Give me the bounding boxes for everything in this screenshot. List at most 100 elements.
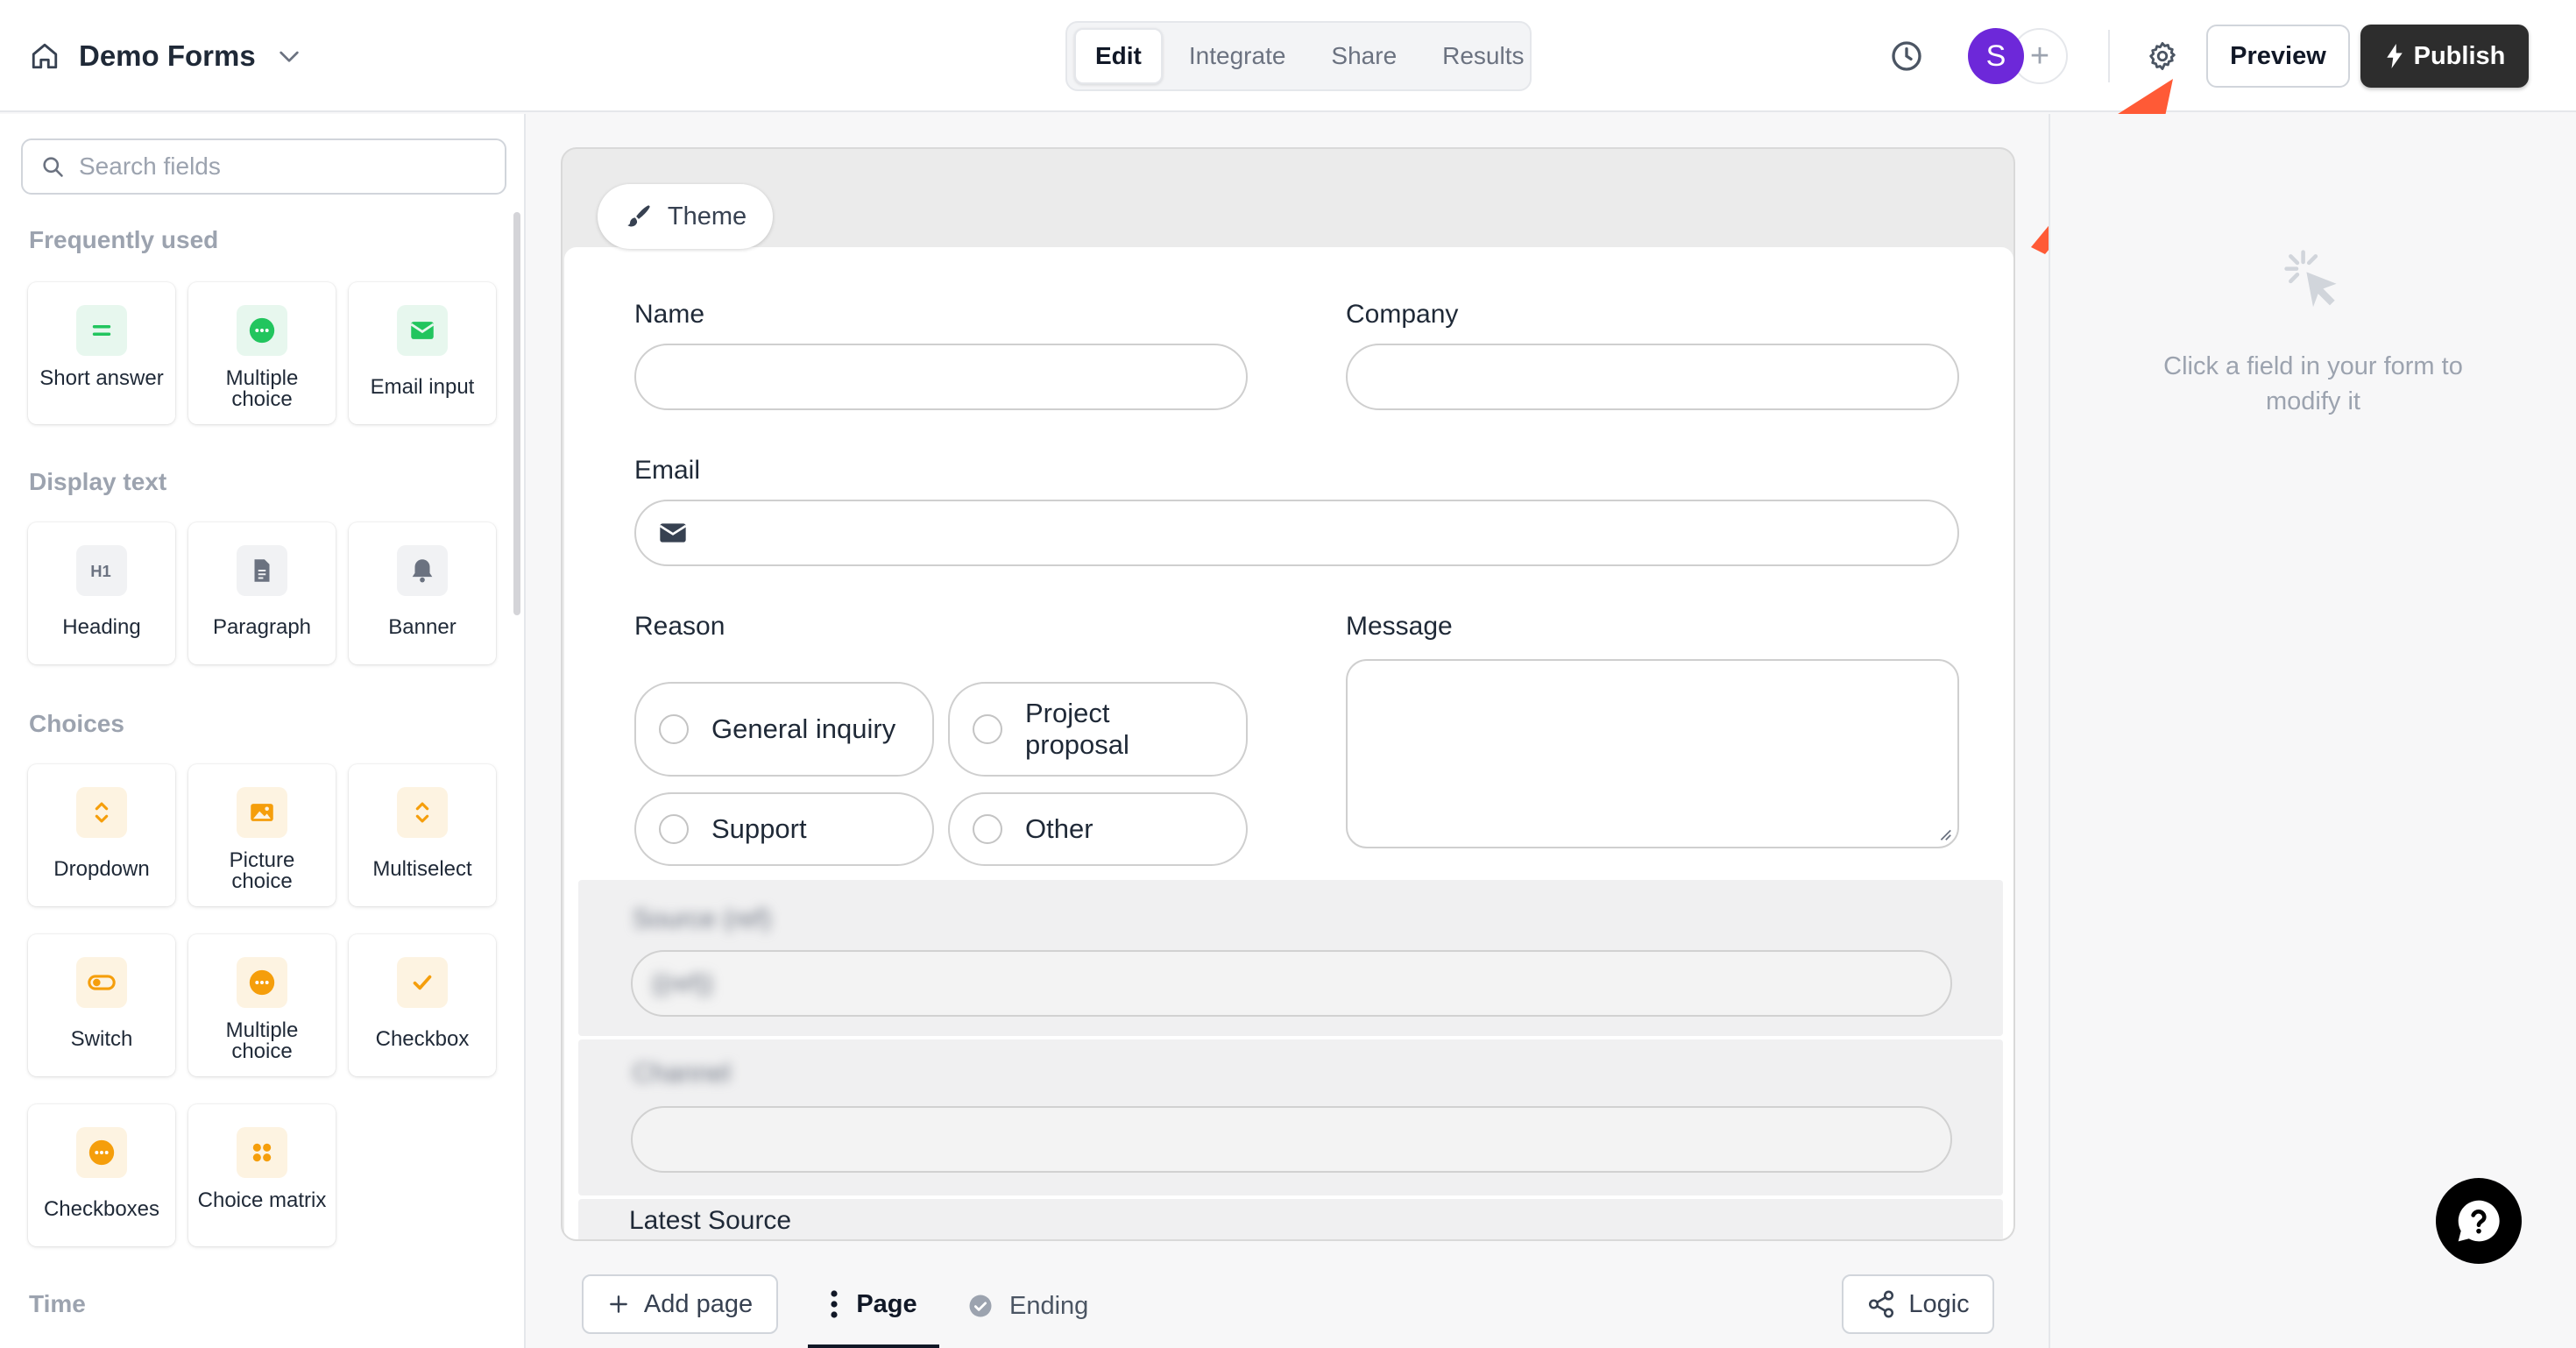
field-card-checkboxes[interactable]: Checkboxes <box>28 1104 175 1246</box>
email-input[interactable] <box>634 500 1959 566</box>
help-button[interactable] <box>2436 1178 2522 1264</box>
field-card-email-input[interactable]: Email input <box>349 282 496 424</box>
theme-button[interactable]: Theme <box>598 184 773 249</box>
section-title-time: Time <box>29 1290 86 1317</box>
name-input[interactable] <box>634 344 1248 410</box>
hidden-field-block[interactable] <box>578 1199 2003 1239</box>
chevron-updown-icon <box>76 787 127 838</box>
reason-option-label: General inquiry <box>711 713 896 744</box>
field-card-label: Banner <box>388 615 456 639</box>
section-title-display-text: Display text <box>29 468 167 495</box>
dots-circle-icon <box>237 957 287 1008</box>
field-card-label: Picture choice <box>229 848 295 893</box>
field-card-short-answer[interactable]: Short answer <box>28 282 175 424</box>
reason-option-label: Project proposal <box>1025 698 1129 760</box>
brush-icon <box>627 205 650 227</box>
field-card-paragraph[interactable]: Paragraph <box>188 522 336 664</box>
bell-icon <box>397 545 448 596</box>
equals-icon <box>76 305 127 356</box>
reason-option[interactable]: Project proposal <box>948 682 1248 777</box>
top-bar: Demo Forms Edit Integrate Share Results … <box>0 0 2576 112</box>
field-card-label: Checkboxes <box>43 1197 160 1221</box>
field-card-checkbox[interactable]: Checkbox <box>349 934 496 1076</box>
cursor-click-icon <box>2284 250 2337 308</box>
page-tab-label: Page <box>856 1290 917 1318</box>
tab-results[interactable]: Results <box>1423 28 1543 84</box>
hidden-field-label: Source (ref) <box>633 905 772 933</box>
chevron-updown-icon <box>397 787 448 838</box>
search-field[interactable] <box>21 138 506 195</box>
empty-state-hint: Click a field in your form to modify it <box>2163 352 2463 415</box>
tab-integrate[interactable]: Integrate <box>1170 28 1306 84</box>
reason-option[interactable]: General inquiry <box>634 682 934 777</box>
tab-share[interactable]: Share <box>1312 28 1416 84</box>
form-canvas: Name Company Email Reason Message Genera… <box>561 147 2015 1241</box>
field-card-label: Switch <box>70 1027 133 1051</box>
field-palette: Frequently used Short answer Multiple ch… <box>0 114 526 1348</box>
hidden-field-block[interactable]: Channel <box>578 1039 2003 1195</box>
grid-icon <box>237 1127 287 1178</box>
tab-edit[interactable]: Edit <box>1074 28 1163 84</box>
avatar[interactable]: S <box>1968 28 2024 84</box>
divider <box>2108 30 2110 82</box>
workspace-switcher[interactable]: Demo Forms <box>30 32 303 81</box>
field-card-switch[interactable]: Switch <box>28 934 175 1076</box>
hidden-field-input[interactable] <box>631 1106 1952 1173</box>
field-label-latest-source[interactable]: Latest Source <box>629 1206 791 1236</box>
reason-option[interactable]: Other <box>948 792 1248 866</box>
field-card-label: Multiselect <box>372 857 472 881</box>
field-card-multiple-choice[interactable]: Multiple choice <box>188 282 336 424</box>
field-card-heading[interactable]: H1 Heading <box>28 522 175 664</box>
reason-option-label: Support <box>711 813 807 844</box>
mode-tabs: Edit Integrate Share Results <box>1065 21 1532 91</box>
publish-label: Publish <box>2413 41 2506 70</box>
hidden-field-label: Channel <box>633 1059 731 1088</box>
field-card-choice-matrix[interactable]: Choice matrix <box>188 1104 336 1246</box>
search-icon <box>43 157 63 177</box>
field-card-multiselect[interactable]: Multiselect <box>349 764 496 906</box>
field-card-label: Email input <box>370 375 475 399</box>
vertical-dots-icon[interactable] <box>830 1290 839 1318</box>
home-icon[interactable] <box>30 41 60 71</box>
lightning-icon <box>2386 44 2403 68</box>
check-circle-icon <box>969 1295 992 1317</box>
publish-button[interactable]: Publish <box>2360 25 2529 88</box>
chevron-down-icon[interactable] <box>275 42 303 70</box>
properties-panel: Click a field in your form to modify it <box>2049 114 2576 1348</box>
field-card-label: Short answer <box>39 366 164 390</box>
field-card-multiple-choice-2[interactable]: Multiple choice <box>188 934 336 1076</box>
h1-icon: H1 <box>76 545 127 596</box>
image-icon <box>237 787 287 838</box>
company-input[interactable] <box>1346 344 1959 410</box>
reason-option[interactable]: Support <box>634 792 934 866</box>
workspace-title[interactable]: Demo Forms <box>79 39 256 73</box>
field-label-message[interactable]: Message <box>1346 612 1453 642</box>
history-clock-icon[interactable] <box>1886 35 1928 77</box>
field-label-name[interactable]: Name <box>634 300 704 330</box>
field-label-email[interactable]: Email <box>634 456 700 486</box>
document-icon <box>237 545 287 596</box>
logic-button[interactable]: Logic <box>1842 1274 1994 1334</box>
hidden-field-block[interactable]: Source (ref) {{ref}} <box>578 880 2003 1036</box>
field-label-company[interactable]: Company <box>1346 300 1458 330</box>
radio-circle-icon <box>973 814 1002 844</box>
check-icon <box>397 957 448 1008</box>
tab-ending[interactable]: Ending <box>967 1290 1088 1322</box>
field-label-reason[interactable]: Reason <box>634 612 725 642</box>
field-card-dropdown[interactable]: Dropdown <box>28 764 175 906</box>
toggle-icon <box>76 957 127 1008</box>
field-card-picture-choice[interactable]: Picture choice <box>188 764 336 906</box>
tab-page[interactable]: Page <box>808 1274 939 1348</box>
section-title-choices: Choices <box>29 710 124 737</box>
resize-handle-icon[interactable] <box>1936 826 1952 841</box>
hidden-field-input[interactable]: {{ref}} <box>631 950 1952 1017</box>
sidebar-scrollbar[interactable] <box>513 212 520 615</box>
field-card-banner[interactable]: Banner <box>349 522 496 664</box>
add-page-button[interactable]: Add page <box>582 1274 778 1334</box>
search-input[interactable] <box>79 153 491 181</box>
message-textarea[interactable] <box>1346 659 1959 848</box>
gear-icon[interactable] <box>2141 35 2183 77</box>
preview-button[interactable]: Preview <box>2206 25 2350 88</box>
theme-label: Theme <box>667 202 747 231</box>
dots-circle-icon <box>76 1127 127 1178</box>
